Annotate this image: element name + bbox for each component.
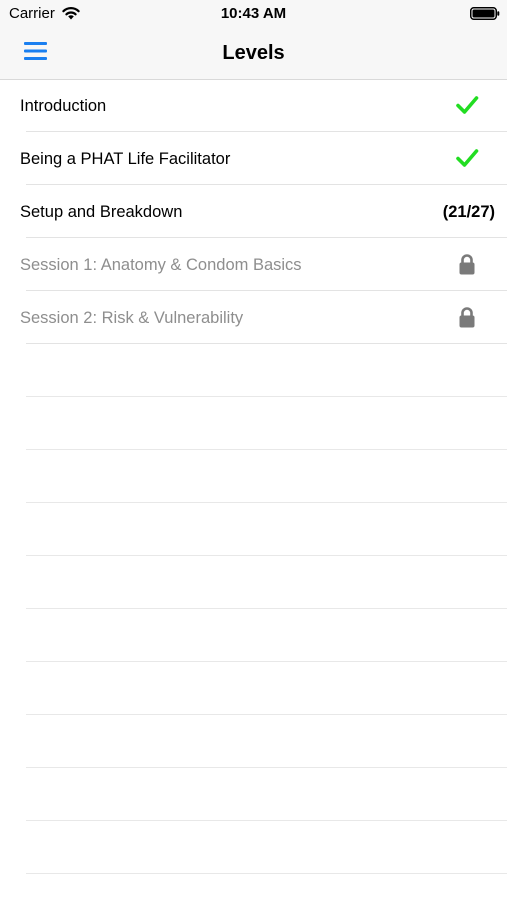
levels-list: Introduction Being a PHAT Life Facilitat… (0, 79, 507, 344)
level-title: Session 2: Risk & Vulnerability (20, 309, 244, 327)
empty-table-rows (0, 344, 507, 874)
page-title: Levels (222, 42, 285, 64)
level-title: Being a PHAT Life Facilitator (20, 150, 231, 168)
progress-count: (21/27) (442, 203, 495, 221)
battery-icon (470, 7, 500, 20)
level-title: Setup and Breakdown (20, 203, 183, 221)
top-bar: Carrier 10:43 AM Levels (0, 0, 507, 80)
status-time: 10:43 AM (220, 5, 287, 22)
navigation-bar: Levels (0, 28, 507, 79)
status-bar: Carrier 10:43 AM (0, 0, 507, 28)
level-title: Session 1: Anatomy & Condom Basics (20, 256, 302, 274)
level-row-session-1[interactable]: Session 1: Anatomy & Condom Basics (0, 238, 507, 291)
lock-icon (459, 307, 475, 328)
empty-row (0, 768, 507, 821)
empty-row (0, 556, 507, 609)
empty-row (0, 821, 507, 874)
level-row-session-2[interactable]: Session 2: Risk & Vulnerability (0, 291, 507, 344)
level-row-setup[interactable]: Setup and Breakdown (21/27) (0, 185, 507, 238)
empty-row (0, 397, 507, 450)
levels-screen: Carrier 10:43 AM Levels Introduction Bei… (0, 0, 507, 900)
lock-icon (459, 254, 475, 275)
empty-row (0, 450, 507, 503)
empty-row (0, 662, 507, 715)
empty-row (0, 503, 507, 556)
empty-row (0, 715, 507, 768)
checkmark-icon (456, 96, 479, 114)
level-row-facilitator[interactable]: Being a PHAT Life Facilitator (0, 132, 507, 185)
checkmark-icon (456, 149, 479, 167)
level-row-introduction[interactable]: Introduction (0, 79, 507, 132)
empty-row (0, 609, 507, 662)
level-title: Introduction (20, 97, 107, 115)
empty-row (0, 344, 507, 397)
